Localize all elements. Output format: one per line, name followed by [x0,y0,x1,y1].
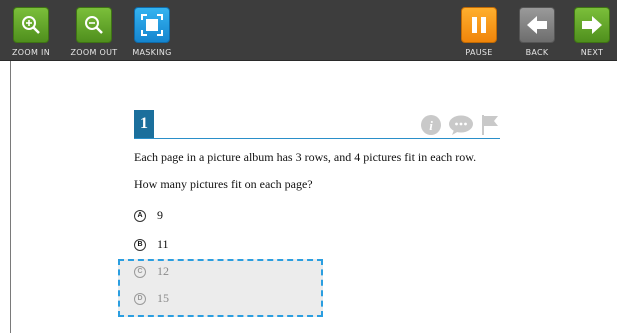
answer-option-b[interactable]: B 11 [134,237,169,252]
option-text: 9 [157,208,163,222]
flag-icon[interactable] [480,114,500,136]
info-icon[interactable]: i [420,114,442,136]
zoom-in-button[interactable]: ZOOM IN [6,7,56,57]
answer-option-c[interactable]: C 12 [134,264,169,279]
option-bubble[interactable]: C [134,265,146,278]
question-stem-line2: How many pictures fit on each page? [134,177,313,191]
pause-icon [461,7,497,43]
option-text: 11 [157,237,169,251]
question-stem-line1: Each page in a picture album has 3 rows,… [134,150,477,164]
comment-icon[interactable] [448,114,474,136]
masking-label: MASKING [132,48,172,57]
option-text: 12 [157,264,169,278]
back-button[interactable]: BACK [512,7,562,57]
pause-button[interactable]: PAUSE [454,7,504,57]
answer-option-a[interactable]: A 9 [134,208,163,223]
question-number: 1 [134,110,154,138]
zoom-in-label: ZOOM IN [12,48,50,57]
zoom-out-icon [76,7,112,43]
svg-text:i: i [429,118,433,133]
zoom-out-button[interactable]: ZOOM OUT [69,7,119,57]
masking-button[interactable]: MASKING [127,7,177,57]
question-header: 1 i [134,110,500,139]
masking-icon [134,7,170,43]
next-arrow-icon [574,7,610,43]
option-bubble[interactable]: A [134,209,146,222]
option-bubble[interactable]: B [134,238,146,251]
zoom-out-label: ZOOM OUT [70,48,118,57]
answer-option-d[interactable]: D 15 [134,291,169,306]
zoom-in-icon [13,7,49,43]
next-label: NEXT [580,48,604,57]
option-text: 15 [157,291,169,305]
question-tools: i [420,114,500,136]
back-arrow-icon [519,7,555,43]
next-button[interactable]: NEXT [567,7,617,57]
toolbar: ZOOM IN ZOOM OUT MASKING PAUSE BACK NEXT [0,0,617,61]
pause-label: PAUSE [465,48,493,57]
back-label: BACK [525,48,549,57]
option-bubble[interactable]: D [134,292,146,305]
